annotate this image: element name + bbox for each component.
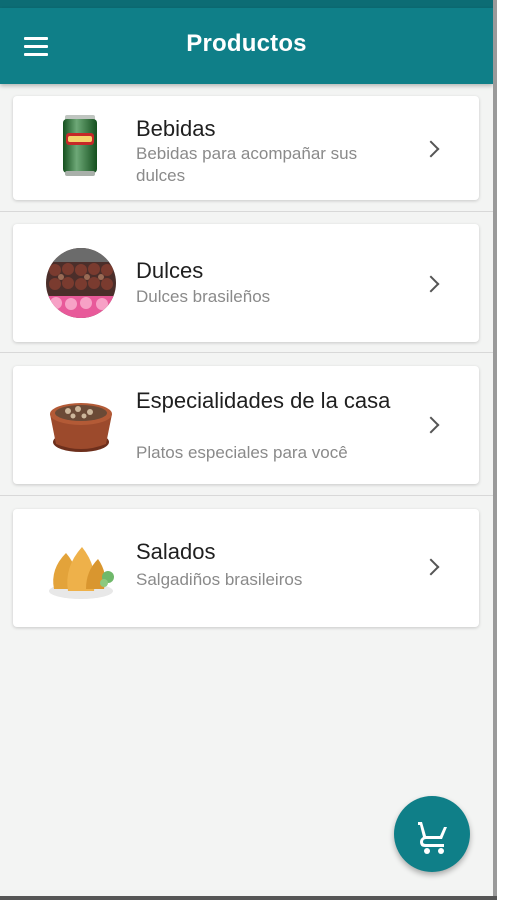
status-bar bbox=[0, 0, 493, 8]
category-card-especialidades[interactable]: Especialidades de la casa Platos especia… bbox=[13, 366, 479, 484]
app-bar: Productos bbox=[0, 8, 493, 84]
category-subtitle: Salgadiños brasileiros bbox=[136, 570, 303, 589]
chevron-right-icon bbox=[422, 416, 440, 434]
brigadeiros-image bbox=[46, 248, 116, 318]
clay-pot-dish-image bbox=[46, 390, 116, 460]
category-title: Bebidas bbox=[136, 116, 216, 141]
screen-frame-bottom bbox=[0, 896, 497, 900]
category-title: Dulces bbox=[136, 258, 204, 283]
list-item: Bebidas Bebidas para acompañar sus dulce… bbox=[0, 84, 493, 212]
screen-frame-right bbox=[493, 0, 497, 900]
shopping-cart-icon bbox=[418, 822, 447, 854]
cart-fab-button[interactable] bbox=[394, 796, 470, 872]
category-subtitle: Dulces brasileños bbox=[136, 287, 271, 306]
chevron-right-icon bbox=[422, 558, 440, 576]
list-item: Especialidades de la casa Platos especia… bbox=[0, 353, 493, 496]
category-title: Salados bbox=[136, 539, 216, 564]
category-subtitle: Bebidas para acompañar sus dulces bbox=[136, 144, 358, 185]
chevron-right-icon bbox=[422, 275, 440, 293]
coxinhas-image bbox=[46, 533, 116, 603]
category-card-dulces[interactable]: Dulces Dulces brasileños bbox=[13, 224, 479, 342]
page-title: Productos bbox=[186, 30, 307, 57]
category-card-bebidas[interactable]: Bebidas Bebidas para acompañar sus dulce… bbox=[13, 96, 479, 200]
category-subtitle: Platos especiales para você bbox=[136, 443, 348, 462]
chevron-right-icon bbox=[422, 140, 440, 158]
list-item: Salados Salgadiños brasileiros bbox=[0, 496, 493, 640]
list-item: Dulces Dulces brasileños bbox=[0, 212, 493, 353]
app-screen: Productos Bebidas Bebidas para acompañar… bbox=[0, 0, 493, 896]
category-title: Especialidades de la casa bbox=[136, 388, 391, 413]
category-card-salados[interactable]: Salados Salgadiños brasileiros bbox=[13, 509, 479, 627]
soda-can-image bbox=[46, 111, 116, 181]
